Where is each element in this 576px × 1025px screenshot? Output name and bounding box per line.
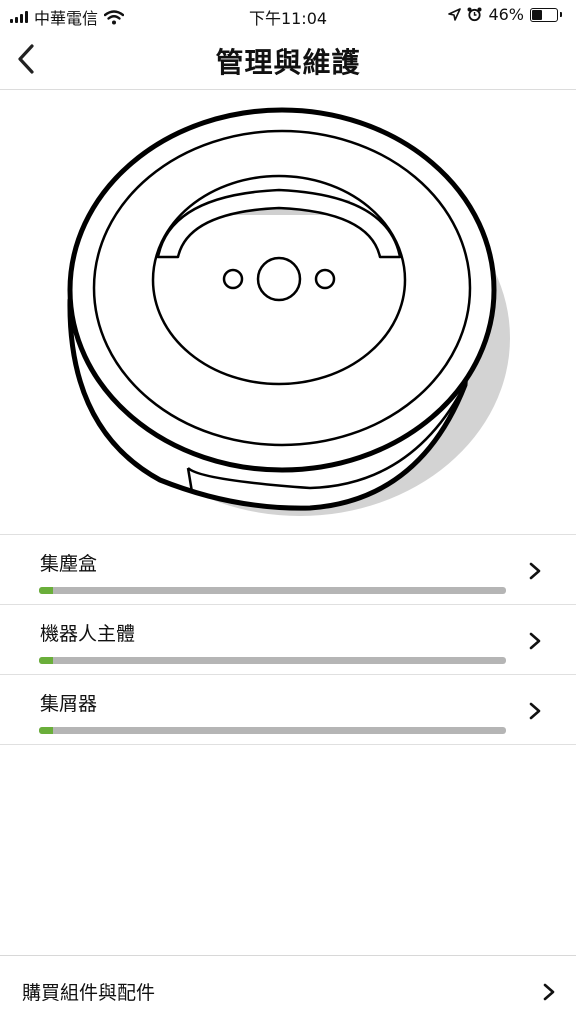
progress-bar <box>39 587 506 594</box>
list-item-debris-extractor[interactable]: 集屑器 <box>0 675 576 745</box>
progress-bar <box>39 727 506 734</box>
progress-fill <box>39 587 53 594</box>
battery-level <box>532 9 543 20</box>
battery-tip <box>560 12 562 17</box>
location-icon <box>448 8 462 21</box>
chevron-right-icon <box>529 632 541 650</box>
item-label: 機器人主體 <box>40 623 136 645</box>
progress-bar <box>39 657 506 664</box>
item-label: 集塵盒 <box>40 553 98 575</box>
navigation-bar: 管理與維護 <box>0 30 576 90</box>
progress-fill <box>39 727 53 734</box>
chevron-right-icon <box>529 562 541 580</box>
battery-percent: 46% <box>488 5 524 24</box>
buy-parts-label: 購買組件與配件 <box>22 982 156 1004</box>
page-title: 管理與維護 <box>215 46 361 79</box>
buy-parts-row[interactable]: 購買組件與配件 <box>0 955 576 1025</box>
chevron-right-icon <box>543 983 555 1001</box>
battery-icon <box>530 7 558 22</box>
item-label: 集屑器 <box>40 693 98 715</box>
progress-fill <box>39 657 53 664</box>
alarm-icon <box>467 7 482 22</box>
robot-vacuum-illustration <box>67 107 510 516</box>
list-item-bin[interactable]: 集塵盒 <box>0 535 576 605</box>
chevron-right-icon <box>529 702 541 720</box>
maintenance-list: 集塵盒 機器人主體 集屑器 <box>0 534 576 745</box>
list-item-robot[interactable]: 機器人主體 <box>0 605 576 675</box>
status-right: 46% <box>448 5 562 24</box>
status-bar: 中華電信 下午11:04 46% <box>0 0 576 30</box>
